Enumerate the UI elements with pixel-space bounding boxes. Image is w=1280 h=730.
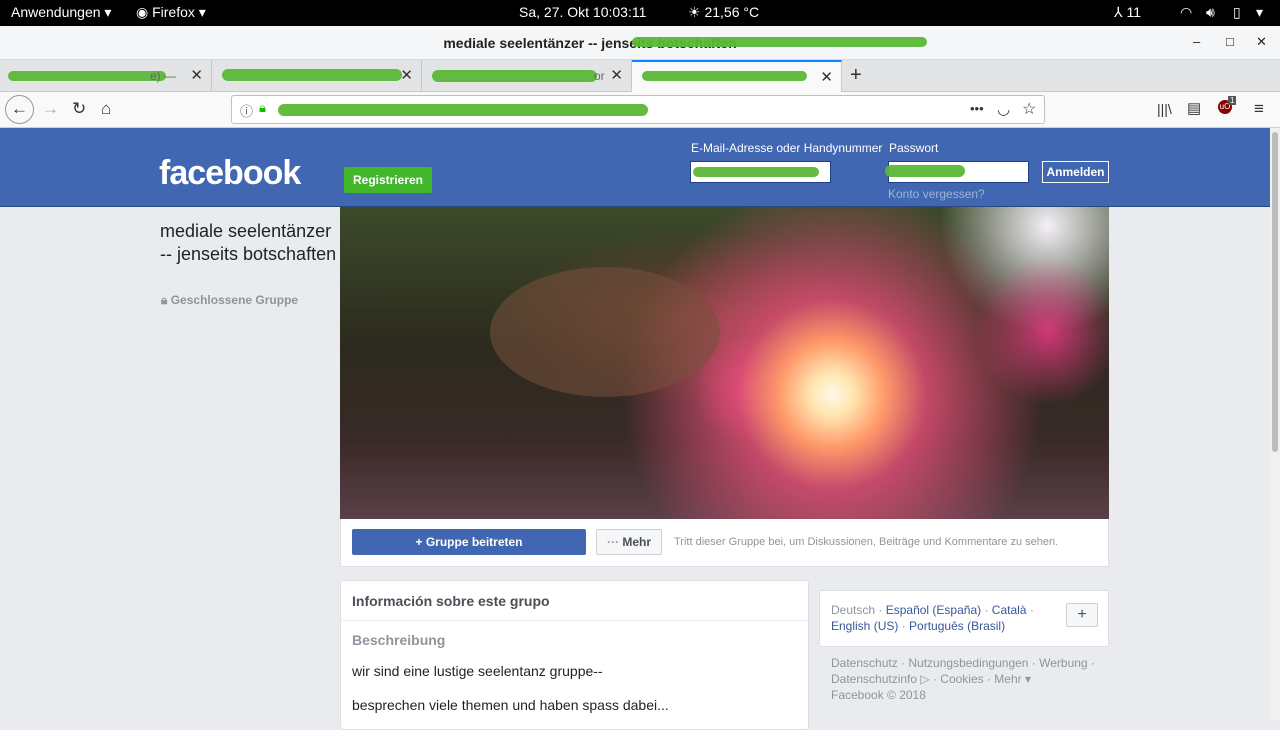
clock[interactable]: Sa, 27. Okt 10:03:11	[519, 4, 646, 20]
email-label: E-Mail-Adresse oder Handynummer	[691, 141, 883, 155]
weather-indicator[interactable]: ☀ 21,56 °C	[688, 4, 759, 21]
footer-links[interactable]: Datenschutzinfo ▷ · Cookies · Mehr ▾	[831, 671, 1111, 687]
group-privacy: 🔒︎ Geschlossene Gruppe	[161, 293, 298, 308]
redaction-mark	[278, 104, 648, 116]
firefox-app-menu[interactable]: ◉ Firefox ▾	[136, 4, 206, 21]
battery-icon[interactable]: ▯	[1233, 4, 1241, 21]
applications-menu[interactable]: Anwendungen ▾	[11, 4, 111, 21]
system-menu-chevron-icon[interactable]: ▾	[1256, 4, 1263, 21]
group-action-bar: + Gruppe beitreten ··· Mehr Tritt dieser…	[340, 519, 1109, 567]
reload-button[interactable]: ↻	[72, 99, 86, 119]
more-label: Mehr	[622, 535, 651, 549]
tab-strip: e) — ✕ ✕ or ✕ ✕ +	[0, 60, 1280, 92]
language-option[interactable]: Català	[992, 603, 1027, 617]
tab-active[interactable]: ✕	[632, 60, 842, 92]
login-button[interactable]: Anmelden	[1042, 161, 1109, 183]
group-privacy-label: Geschlossene Gruppe	[170, 293, 299, 307]
close-window-button[interactable]: ✕	[1256, 34, 1267, 50]
tab[interactable]: or ✕	[422, 60, 632, 92]
home-button[interactable]: ⌂	[101, 99, 111, 119]
group-info-card: Información sobre este grupo Beschreibun…	[340, 580, 809, 730]
join-hint-text: Tritt dieser Gruppe bei, um Diskussionen…	[674, 536, 1059, 548]
facebook-header: facebook Registrieren E-Mail-Adresse ode…	[0, 128, 1270, 207]
info-icon[interactable]: ⓘ	[240, 101, 253, 120]
ublock-badge: 1	[1228, 96, 1237, 105]
divider	[341, 620, 808, 621]
navigation-toolbar: ← → ↻ ⌂ ⓘ 🔒︎ ••• ◡ ☆ |||\ ▤ uO 1 ≡	[0, 92, 1280, 128]
copyright: Facebook © 2018	[831, 688, 926, 702]
accessibility-indicator[interactable]: ⅄ 11	[1114, 4, 1141, 21]
page-actions-button[interactable]: •••	[970, 101, 984, 116]
description-label: Beschreibung	[352, 632, 446, 648]
accessibility-icon: ⅄	[1114, 4, 1127, 20]
weather-temp: 21,56 °C	[704, 4, 760, 20]
hamburger-menu-icon[interactable]: ≡	[1254, 99, 1264, 119]
padlock-icon: 🔒︎	[161, 293, 171, 307]
language-option[interactable]: Español (España)	[886, 603, 981, 617]
close-tab-icon[interactable]: ✕	[820, 68, 833, 86]
library-icon[interactable]: |||\	[1157, 101, 1172, 117]
password-label: Passwort	[889, 141, 939, 155]
register-button[interactable]: Registrieren	[344, 167, 432, 193]
redaction-mark	[222, 69, 402, 81]
group-cover-photo[interactable]	[340, 207, 1109, 519]
scrollbar-thumb[interactable]	[1272, 132, 1278, 452]
bookmark-star-icon[interactable]: ☆	[1022, 99, 1036, 119]
wifi-icon[interactable]: ◠	[1180, 4, 1192, 21]
footer-links[interactable]: Datenschutz · Nutzungsbedingungen · Werb…	[831, 655, 1111, 671]
language-current: Deutsch	[831, 603, 876, 617]
lock-icon: 🔒︎	[259, 100, 266, 115]
volume-icon[interactable]: 🔊︎	[1206, 4, 1215, 21]
language-list: Deutsch · Español (España) · Català · En…	[831, 603, 1034, 633]
firefox-icon: ◉	[136, 4, 153, 20]
redaction-mark	[632, 37, 927, 47]
tab[interactable]: e) — ✕	[0, 60, 212, 92]
password-field[interactable]	[885, 161, 1029, 183]
redaction-mark	[693, 167, 819, 177]
redaction-mark	[8, 71, 166, 81]
close-tab-icon[interactable]: ✕	[610, 66, 623, 84]
minimize-button[interactable]: –	[1193, 34, 1200, 49]
window-title-bar: mediale seelentänzer -- jenseits botscha…	[0, 26, 1280, 60]
email-field[interactable]	[690, 161, 831, 183]
new-tab-button[interactable]: +	[850, 64, 862, 87]
cover-photo-subject	[490, 267, 720, 397]
pocket-icon[interactable]: ◡	[997, 100, 1010, 118]
ellipsis-icon: ···	[607, 535, 623, 549]
language-selector-card: Deutsch · Español (España) · Català · En…	[819, 590, 1109, 647]
close-tab-icon[interactable]: ✕	[190, 66, 203, 84]
back-button[interactable]: ←	[5, 95, 34, 124]
redaction-mark	[642, 71, 807, 81]
language-option[interactable]: Português (Brasil)	[909, 619, 1005, 633]
tab-title: e) —	[150, 69, 177, 83]
accessibility-count: 11	[1126, 4, 1141, 20]
weather-icon: ☀	[688, 4, 705, 20]
facebook-logo[interactable]: facebook	[159, 154, 301, 193]
maximize-button[interactable]: □	[1226, 34, 1234, 49]
tab[interactable]: ✕	[212, 60, 422, 92]
plus-icon: +	[415, 535, 426, 549]
description-line: wir sind eine lustige seelentanz gruppe-…	[352, 663, 603, 679]
join-group-label: Gruppe beitreten	[425, 535, 523, 549]
url-bar[interactable]: ⓘ 🔒︎ ••• ◡ ☆	[231, 95, 1045, 124]
group-name[interactable]: mediale seelentänzer -- jenseits botscha…	[160, 220, 340, 266]
more-button[interactable]: ··· Mehr	[596, 529, 662, 555]
join-group-button[interactable]: + Gruppe beitreten	[352, 529, 586, 555]
page-scrollbar[interactable]	[1270, 128, 1280, 720]
close-tab-icon[interactable]: ✕	[400, 66, 413, 84]
description-line: besprechen viele themen und haben spass …	[352, 697, 669, 713]
info-card-title: Información sobre este grupo	[352, 593, 550, 609]
language-option[interactable]: English (US)	[831, 619, 898, 633]
tab-title: or	[594, 69, 605, 83]
redaction-mark	[885, 165, 965, 177]
forgot-account-link[interactable]: Konto vergessen?	[888, 187, 985, 201]
more-languages-button[interactable]: +	[1066, 603, 1098, 627]
sidebar-icon[interactable]: ▤	[1187, 99, 1201, 117]
redaction-mark	[432, 70, 597, 82]
forward-button[interactable]: →	[42, 99, 59, 119]
firefox-app-label: Firefox ▾	[152, 4, 206, 20]
page-footer: Datenschutz · Nutzungsbedingungen · Werb…	[831, 655, 1111, 703]
system-top-bar: Anwendungen ▾ ◉ Firefox ▾ Sa, 27. Okt 10…	[0, 0, 1280, 26]
